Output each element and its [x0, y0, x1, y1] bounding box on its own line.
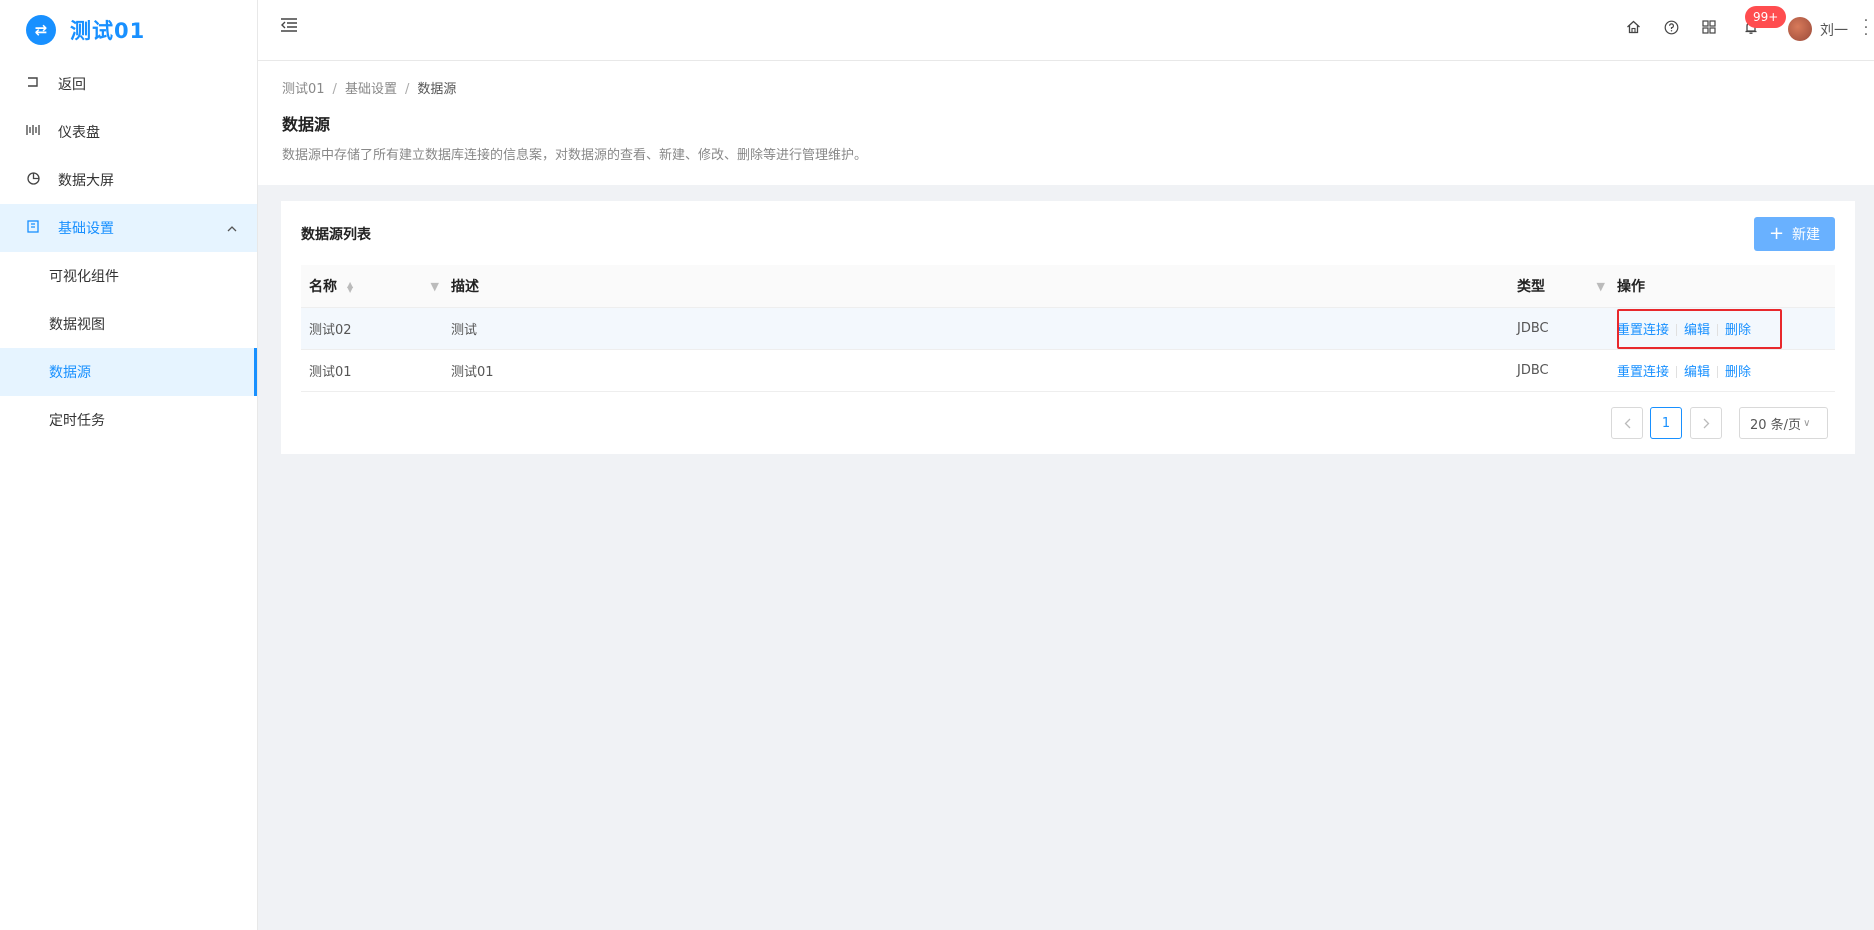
sidebar: ⇄ 测试01 返回 仪表盘 数据大屏 基础设置 可视化组件 数据视图 数据源 定…	[0, 0, 258, 930]
delete-link[interactable]: 删除	[1725, 365, 1751, 380]
breadcrumb: 测试01 / 基础设置 / 数据源	[282, 78, 456, 97]
sidebar-item-dashboard[interactable]: 仪表盘	[0, 108, 257, 156]
pie-chart-icon	[26, 171, 40, 189]
page-size-value: 20 条/页	[1750, 417, 1802, 433]
cell-description: 测试	[451, 307, 1517, 350]
delete-link[interactable]: 删除	[1725, 323, 1751, 338]
action-divider	[1717, 366, 1719, 378]
logo-icon: ⇄	[26, 15, 56, 45]
app-title: 测试01	[70, 19, 146, 43]
breadcrumb-item[interactable]: 测试01	[282, 82, 325, 97]
breadcrumb-current: 数据源	[417, 82, 457, 97]
sidebar-item-basic-settings[interactable]: 基础设置	[0, 204, 257, 252]
sidebar-item-label: 返回	[58, 77, 86, 93]
cell-name: 测试01	[301, 349, 451, 392]
sidebar-item-label: 数据大屏	[58, 173, 114, 189]
breadcrumb-separator: /	[332, 82, 337, 97]
datasource-table: 名称 ▲ ▼ ▼ 描述 类型 ▼ 操作 测试02 测试 JDBC 重置连接 编辑 删除	[301, 265, 1835, 392]
filter-icon[interactable]: ▼	[1597, 280, 1605, 293]
help-icon[interactable]	[1662, 18, 1680, 36]
page-title: 数据源	[282, 115, 331, 134]
action-divider	[1676, 324, 1678, 336]
sidebar-item-label: 基础设置	[58, 221, 114, 237]
page-number-button[interactable]: 1	[1650, 407, 1682, 439]
cell-actions: 重置连接 编辑 删除	[1617, 349, 1835, 392]
sidebar-subitem-data-view[interactable]: 数据视图	[0, 300, 257, 348]
logo[interactable]: ⇄ 测试01	[0, 0, 257, 60]
sidebar-menu: 返回 仪表盘 数据大屏 基础设置 可视化组件 数据视图 数据源 定时任务	[0, 60, 257, 444]
sidebar-item-label: 仪表盘	[58, 125, 100, 141]
new-datasource-button[interactable]: + 新建	[1754, 217, 1835, 251]
return-icon	[26, 76, 40, 92]
column-header-type[interactable]: 类型 ▼	[1517, 265, 1617, 308]
column-header-label: 类型	[1517, 278, 1545, 295]
chevron-up-icon	[227, 222, 237, 235]
edit-link[interactable]: 编辑	[1684, 323, 1710, 338]
cell-name: 测试02	[301, 307, 451, 350]
table-header-row: 名称 ▲ ▼ ▼ 描述 类型 ▼ 操作	[301, 265, 1835, 308]
book-icon	[26, 219, 40, 237]
page-description: 数据源中存储了所有建立数据库连接的信息案，对数据源的查看、新建、修改、删除等进行…	[282, 148, 868, 163]
chevron-right-icon	[1703, 418, 1709, 428]
cell-type: JDBC	[1517, 349, 1617, 392]
edit-link[interactable]: 编辑	[1684, 365, 1710, 380]
table-row: 测试01 测试01 JDBC 重置连接 编辑 删除	[301, 349, 1835, 392]
table-row: 测试02 测试 JDBC 重置连接 编辑 删除	[301, 307, 1835, 350]
column-header-label: 名称	[309, 278, 337, 295]
home-icon[interactable]	[1624, 18, 1642, 36]
avatar[interactable]	[1788, 17, 1812, 41]
notification-badge: 99+	[1745, 6, 1787, 28]
sidebar-item-back[interactable]: 返回	[0, 60, 257, 108]
reset-connection-link[interactable]: 重置连接	[1617, 365, 1669, 380]
apps-grid-icon[interactable]	[1700, 18, 1718, 36]
breadcrumb-separator: /	[404, 82, 410, 97]
breadcrumb-item[interactable]: 基础设置	[345, 82, 397, 97]
cell-description: 测试01	[451, 349, 1517, 392]
sidebar-subitem-components[interactable]: 可视化组件	[0, 252, 257, 300]
chevron-left-icon	[1624, 418, 1630, 428]
dashboard-icon	[26, 124, 40, 140]
more-vertical-icon[interactable]: · · ·	[1863, 14, 1869, 42]
prev-page-button[interactable]	[1611, 407, 1643, 439]
cell-type: JDBC	[1517, 307, 1617, 350]
plus-icon: +	[1768, 223, 1785, 244]
reset-connection-link[interactable]: 重置连接	[1617, 323, 1669, 338]
action-divider	[1717, 324, 1719, 336]
sort-icon[interactable]: ▲ ▼	[347, 280, 353, 293]
new-button-label: 新建	[1792, 227, 1821, 243]
filter-icon[interactable]: ▼	[431, 280, 439, 293]
card-title: 数据源列表	[301, 227, 371, 243]
page-header: 测试01 / 基础设置 / 数据源 数据源 数据源中存储了所有建立数据库连接的信息案，对…	[258, 61, 1874, 185]
column-header-name[interactable]: 名称 ▲ ▼ ▼	[301, 265, 451, 308]
chevron-down-icon: ∨	[1803, 417, 1811, 429]
action-divider	[1676, 366, 1678, 378]
sidebar-subitem-datasource[interactable]: 数据源	[0, 348, 257, 396]
username[interactable]: 刘一	[1820, 20, 1848, 40]
sidebar-item-screen[interactable]: 数据大屏	[0, 156, 257, 204]
next-page-button[interactable]	[1690, 407, 1722, 439]
column-header-description: 描述	[451, 265, 1517, 308]
menu-fold-icon[interactable]	[280, 17, 298, 35]
page-size-select[interactable]: 20 条/页 ∨	[1739, 407, 1828, 439]
sidebar-subitem-scheduled-tasks[interactable]: 定时任务	[0, 396, 257, 444]
cell-actions: 重置连接 编辑 删除	[1617, 307, 1835, 350]
column-header-actions: 操作	[1617, 265, 1835, 308]
